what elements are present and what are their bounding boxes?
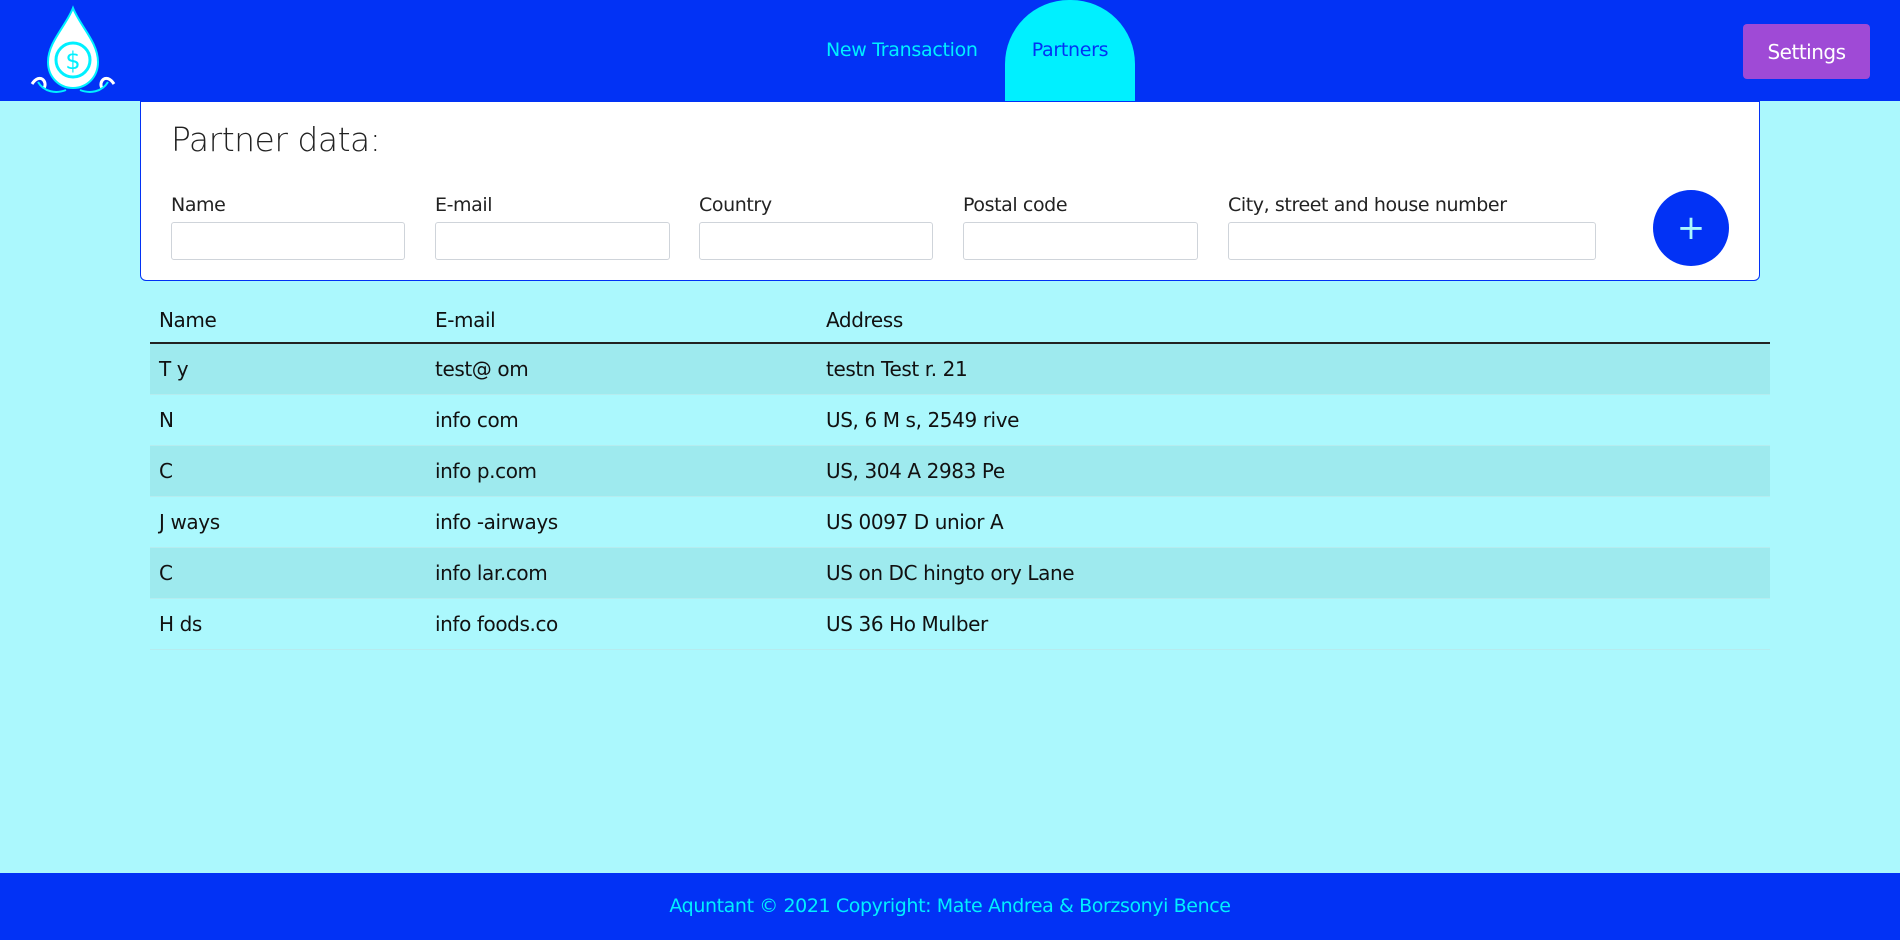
svg-text:$: $	[65, 47, 80, 75]
nav-partners[interactable]: Partners	[1004, 0, 1136, 101]
form-title: Partner data:	[171, 120, 381, 159]
partner-address-cell: US on DC hingto ory Lane	[817, 547, 1770, 599]
partner-name-cell: C	[150, 445, 426, 497]
table-row[interactable]: N info com US, 6 M s, 2549 rive	[150, 394, 1770, 446]
table-row[interactable]: T y test@ om testn Test r. 21	[150, 343, 1770, 395]
column-header-name: Name	[150, 300, 426, 344]
table-row[interactable]: J ways info -airways US 0097 D unior A	[150, 496, 1770, 548]
name-input[interactable]	[171, 222, 405, 260]
address-field-group: City, street and house number	[1228, 194, 1596, 260]
email-input[interactable]	[435, 222, 670, 260]
email-label: E-mail	[435, 194, 493, 216]
name-label: Name	[171, 194, 226, 216]
copyright-text: Aquntant © 2021 Copyright: Mate Andrea &…	[669, 895, 1231, 917]
navbar: $ New Transaction Partners Settings	[0, 0, 1900, 101]
partner-email-cell: info -airways	[426, 496, 817, 548]
add-partner-button[interactable]: +	[1653, 190, 1729, 266]
water-drop-dollar-icon[interactable]: $	[26, 2, 120, 96]
partner-address-cell: US, 304 A 2983 Pe	[817, 445, 1770, 497]
partner-email-cell: test@ om	[426, 343, 817, 395]
partner-name-cell: H ds	[150, 598, 426, 650]
table-row[interactable]: C info lar.com US on DC hingto ory Lane	[150, 547, 1770, 599]
address-input[interactable]	[1228, 222, 1596, 260]
name-field-group: Name	[171, 194, 405, 260]
partner-name-cell: T y	[150, 343, 426, 395]
partner-address-cell: US 0097 D unior A	[817, 496, 1770, 548]
partner-email-cell: info p.com	[426, 445, 817, 497]
nav-new-transaction[interactable]: New Transaction	[800, 0, 1004, 101]
country-field-group: Country	[699, 194, 933, 260]
partner-name-cell: C	[150, 547, 426, 599]
postal-code-input[interactable]	[963, 222, 1198, 260]
partner-name-cell: N	[150, 394, 426, 446]
footer: Aquntant © 2021 Copyright: Mate Andrea &…	[0, 873, 1900, 940]
email-field-group: E-mail	[435, 194, 670, 260]
main-nav: New Transaction Partners	[800, 0, 1136, 101]
partner-name-cell: J ways	[150, 496, 426, 548]
table-row[interactable]: C info p.com US, 304 A 2983 Pe	[150, 445, 1770, 497]
postal-code-label: Postal code	[963, 194, 1068, 216]
partner-form: Partner data: Name E-mail Country Postal…	[140, 101, 1760, 281]
country-input[interactable]	[699, 222, 933, 260]
column-header-address: Address	[817, 300, 1770, 344]
settings-button[interactable]: Settings	[1743, 24, 1870, 79]
country-label: Country	[699, 194, 772, 216]
table-row[interactable]: H ds info foods.co US 36 Ho Mulber	[150, 598, 1770, 650]
partner-address-cell: US, 6 M s, 2549 rive	[817, 394, 1770, 446]
partner-email-cell: info lar.com	[426, 547, 817, 599]
partner-address-cell: US 36 Ho Mulber	[817, 598, 1770, 650]
column-header-email: E-mail	[426, 300, 817, 344]
partner-address-cell: testn Test r. 21	[817, 343, 1770, 395]
partner-email-cell: info foods.co	[426, 598, 817, 650]
partners-table: Name E-mail Address T y test@ om testn T…	[150, 300, 1770, 650]
address-label: City, street and house number	[1228, 194, 1507, 216]
postal-code-field-group: Postal code	[963, 194, 1198, 260]
partner-email-cell: info com	[426, 394, 817, 446]
table-header-row: Name E-mail Address	[150, 300, 1770, 344]
